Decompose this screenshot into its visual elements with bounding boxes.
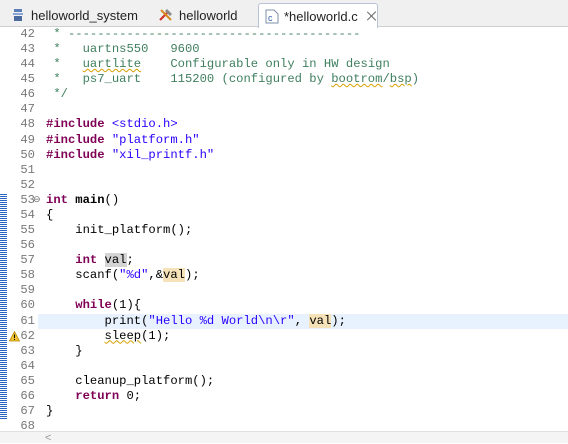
code-text: scanf("%d",&val); xyxy=(46,268,200,283)
code-line[interactable]: 53 int main() ⊖ xyxy=(0,193,568,208)
line-number: 63 xyxy=(20,343,35,358)
line-number: 56 xyxy=(20,238,35,253)
line-number: 44 xyxy=(20,57,35,72)
code-text: #include "platform.h" xyxy=(46,132,200,147)
code-line[interactable]: 58 scanf("%d",&val); xyxy=(0,268,568,283)
code-line[interactable]: 59 xyxy=(0,283,568,298)
line-number: 48 xyxy=(20,117,35,132)
code-line[interactable]: 44 * uartlite Configurable only in HW de… xyxy=(0,57,568,72)
tab-helloworld-system[interactable]: helloworld_system xyxy=(4,3,144,27)
code-text: { xyxy=(46,207,54,222)
application-project-icon xyxy=(158,7,174,23)
code-editor[interactable]: 42 * -----------------------------------… xyxy=(0,27,568,431)
editor-tab-bar: helloworld_system helloworld c *hellowor… xyxy=(0,0,568,28)
code-line[interactable]: 51 xyxy=(0,163,568,178)
tab-label: *helloworld.c xyxy=(284,8,358,24)
tab-label: helloworld_system xyxy=(31,7,138,23)
line-number: 54 xyxy=(20,207,35,222)
code-text: cleanup_platform(); xyxy=(46,373,215,388)
line-number: 55 xyxy=(20,223,35,238)
code-line[interactable]: 66 return 0; xyxy=(0,389,568,404)
horizontal-scrollbar[interactable]: < xyxy=(0,431,568,444)
line-number: 46 xyxy=(20,87,35,102)
code-text: * ps7_uart 115200 (configured by bootrom… xyxy=(46,72,420,87)
line-number: 64 xyxy=(20,358,35,373)
code-line[interactable]: 64 xyxy=(0,359,568,374)
code-line[interactable]: 50 #include "xil_printf.h" xyxy=(0,148,568,163)
code-line[interactable]: 54 { xyxy=(0,208,568,223)
line-number: 51 xyxy=(20,162,35,177)
code-text: */ xyxy=(46,87,68,102)
line-number: 68 xyxy=(20,419,35,431)
code-text: * uartlite Configurable only in HW desig… xyxy=(46,57,390,72)
line-number: 67 xyxy=(20,404,35,418)
code-line[interactable]: 45 * ps7_uart 115200 (configured by boot… xyxy=(0,72,568,87)
code-text: int main() xyxy=(46,192,120,207)
code-line[interactable]: 42 * -----------------------------------… xyxy=(0,27,568,42)
code-text: int val; xyxy=(75,253,134,268)
tab-helloworld[interactable]: helloworld xyxy=(152,3,244,27)
code-line[interactable]: 68 xyxy=(0,419,568,431)
code-text: sleep(1); xyxy=(104,328,171,343)
code-text: * --------------------------------------… xyxy=(46,27,361,41)
line-number: 60 xyxy=(20,298,35,313)
code-line[interactable]: 65 cleanup_platform(); xyxy=(0,374,568,389)
code-text: #include <stdio.h> xyxy=(46,117,178,132)
c-file-icon: c xyxy=(265,8,279,24)
code-text: * uartns550 9600 xyxy=(46,42,200,57)
code-line[interactable]: 47 xyxy=(0,102,568,117)
code-text: while(1){ xyxy=(75,298,142,313)
line-number: 65 xyxy=(20,373,35,388)
code-line[interactable]: 67} xyxy=(0,404,568,419)
code-line[interactable]: 52 xyxy=(0,178,568,193)
line-number: 47 xyxy=(20,102,35,117)
code-line[interactable]: 49 #include "platform.h" xyxy=(0,133,568,148)
line-number: 66 xyxy=(20,388,35,403)
line-number: 43 xyxy=(20,42,35,57)
line-number: 42 xyxy=(20,27,35,41)
line-number: 45 xyxy=(20,72,35,87)
line-number: 57 xyxy=(20,253,35,268)
code-text: return 0; xyxy=(75,388,142,403)
code-line[interactable]: 55 init_platform(); xyxy=(0,223,568,238)
code-line[interactable]: 48 #include <stdio.h> xyxy=(0,117,568,132)
line-number: 53 xyxy=(20,192,35,207)
warning-icon[interactable] xyxy=(8,330,21,342)
code-line[interactable]: 63 } xyxy=(0,344,568,359)
tab-label: helloworld xyxy=(179,7,238,23)
system-project-icon xyxy=(10,7,26,23)
code-line[interactable]: 57 int val; xyxy=(0,253,568,268)
close-icon[interactable] xyxy=(366,10,371,22)
code-line[interactable]: 43 * uartns550 9600 xyxy=(0,42,568,57)
code-line[interactable]: 60 while(1){ xyxy=(0,298,568,313)
code-line[interactable]: 62 sleep(1); xyxy=(0,329,568,344)
code-line[interactable]: 61 print("Hello %d World\n\r", val); xyxy=(0,313,568,329)
svg-text:c: c xyxy=(268,13,273,23)
code-line[interactable]: 56 xyxy=(0,238,568,253)
tab-helloworld-c[interactable]: c *helloworld.c xyxy=(258,3,378,28)
code-text: } xyxy=(46,404,54,418)
line-number: 59 xyxy=(20,283,35,298)
line-number: 50 xyxy=(20,147,35,162)
collapse-icon[interactable]: ⊖ xyxy=(33,195,42,205)
line-number: 52 xyxy=(20,177,35,192)
code-text: } xyxy=(46,343,83,358)
line-number: 58 xyxy=(20,268,35,283)
line-number: 49 xyxy=(20,132,35,147)
code-text: print("Hello %d World\n\r", val); xyxy=(46,313,346,328)
code-text: init_platform(); xyxy=(46,223,193,238)
code-line[interactable]: 46 */ xyxy=(0,87,568,102)
scroll-left-icon[interactable]: < xyxy=(45,432,51,444)
line-number: 61 xyxy=(20,313,35,328)
code-text: #include "xil_printf.h" xyxy=(46,147,215,162)
